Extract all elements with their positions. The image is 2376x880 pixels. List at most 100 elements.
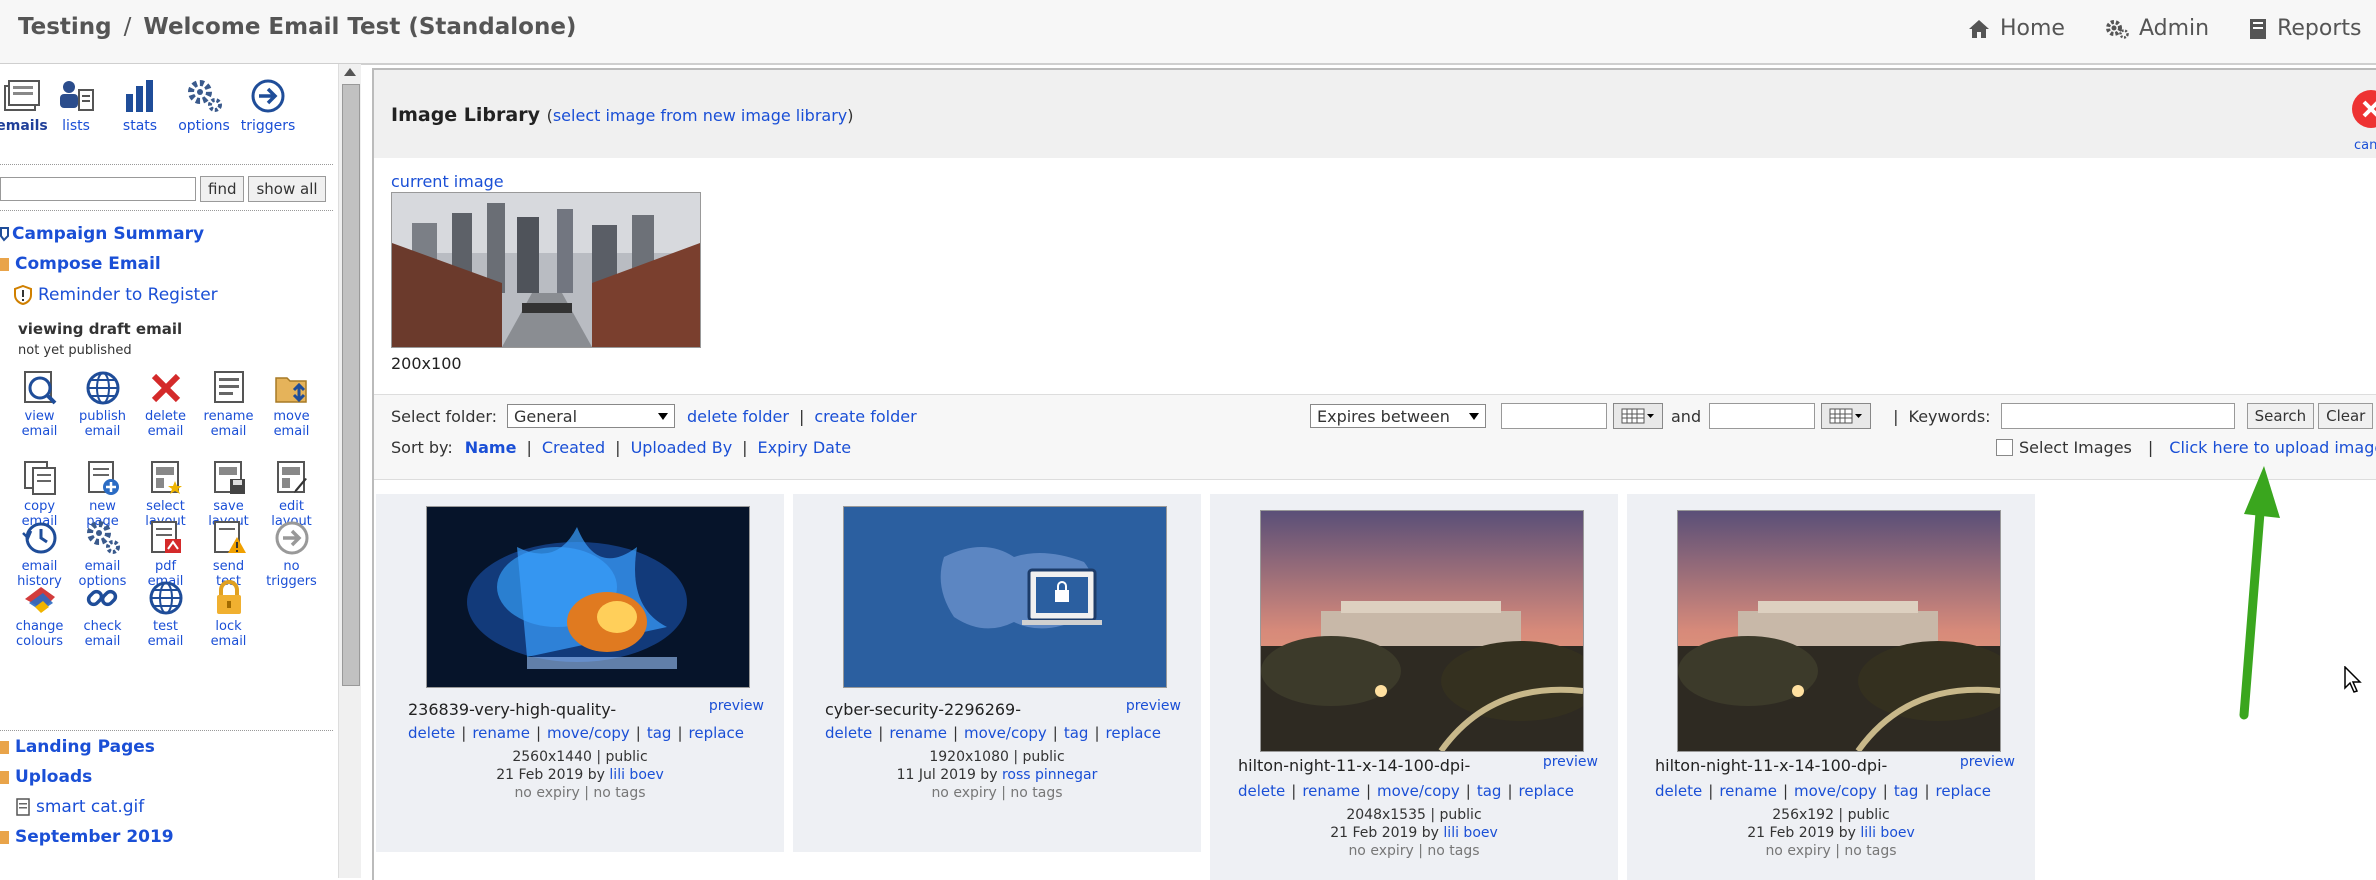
sort-uploaded-by[interactable]: Uploaded By — [631, 438, 733, 457]
upload-file-link[interactable]: smart cat.gif — [16, 797, 144, 817]
september-folder-link[interactable]: September 2019 — [0, 827, 174, 847]
calendar-to-icon[interactable] — [1821, 403, 1872, 429]
expiry-row: Expires between and | Keywords: Search C… — [1310, 403, 2374, 429]
image-thumbnail[interactable] — [1260, 510, 1584, 752]
replace-link[interactable]: replace — [689, 724, 744, 742]
rename-link[interactable]: rename — [889, 724, 947, 742]
image-card[interactable]: hilton-night-11-x-14-100-dpi- preview de… — [1210, 494, 1618, 880]
move-email-button[interactable]: move email — [260, 369, 323, 439]
expires-to-input[interactable] — [1709, 403, 1816, 429]
preview-link[interactable]: preview — [1960, 754, 2015, 770]
warning-shield-icon — [14, 285, 32, 305]
find-input[interactable] — [0, 177, 196, 201]
rename-link[interactable]: rename — [1302, 782, 1360, 800]
tag-link[interactable]: tag — [1064, 724, 1089, 742]
cancel-close-icon[interactable] — [2352, 90, 2376, 128]
tag-link[interactable]: tag — [647, 724, 672, 742]
sidebar-scrollbar[interactable] — [338, 64, 361, 878]
image-thumbnail[interactable] — [843, 506, 1167, 688]
view-email-button[interactable]: view email — [8, 369, 71, 439]
scrollbar-thumb[interactable] — [342, 84, 360, 686]
expires-select[interactable]: Expires between — [1310, 404, 1486, 428]
delete-email-button[interactable]: delete email — [134, 369, 197, 439]
image-card[interactable]: 236839-very-high-quality- preview delete… — [376, 494, 784, 852]
tool-stats[interactable]: stats — [108, 78, 172, 134]
home-icon — [1969, 19, 1989, 38]
cancel-label[interactable]: cancel — [2354, 138, 2376, 153]
calendar-from-icon[interactable] — [1613, 403, 1663, 429]
compose-email-link[interactable]: Compose Email — [0, 254, 161, 274]
uploader-link[interactable]: lili boev — [609, 767, 663, 783]
preview-link[interactable]: preview — [1543, 754, 1598, 770]
select-images-checkbox[interactable] — [1996, 439, 2013, 456]
rename-link[interactable]: rename — [1719, 782, 1777, 800]
keywords-input[interactable] — [2000, 403, 2235, 429]
reminder-email-link[interactable]: Reminder to Register — [14, 285, 218, 305]
replace-link[interactable]: replace — [1519, 782, 1574, 800]
tool-emails[interactable]: emails — [0, 78, 48, 134]
check-email-button[interactable]: check email — [71, 579, 134, 649]
publish-email-button[interactable]: publish email — [71, 369, 134, 439]
breadcrumb-root[interactable]: Testing — [18, 14, 112, 40]
reports-icon — [2250, 18, 2267, 39]
upload-images-link[interactable]: Click here to upload images — [2169, 438, 2376, 457]
folder-select[interactable]: General — [507, 404, 675, 428]
landing-pages-link[interactable]: Landing Pages — [0, 737, 155, 757]
nav-home[interactable]: Home — [1968, 16, 2065, 41]
delete-email-icon — [151, 373, 180, 403]
action-row-4: change colours check email test email lock e… — [8, 579, 260, 649]
test-email-button[interactable]: test email — [134, 579, 197, 649]
no-triggers-button[interactable]: no triggers — [260, 519, 323, 589]
nav-reports[interactable]: Reports — [2249, 16, 2361, 41]
move-copy-link[interactable]: move/copy — [1794, 782, 1877, 800]
tool-lists[interactable]: lists — [44, 78, 108, 134]
change-colours-button[interactable]: change colours — [8, 579, 71, 649]
move-copy-link[interactable]: move/copy — [964, 724, 1047, 742]
expires-from-input[interactable] — [1501, 403, 1607, 429]
replace-link[interactable]: replace — [1106, 724, 1161, 742]
image-card[interactable]: hilton-night-11-x-14-100-dpi- preview de… — [1627, 494, 2035, 880]
uploader-link[interactable]: lili boev — [1443, 825, 1497, 841]
current-image-size: 200x100 — [391, 354, 462, 373]
annotation-arrow-icon — [2239, 466, 2280, 720]
send-test-icon — [213, 521, 246, 553]
preview-link[interactable]: preview — [1126, 698, 1181, 714]
preview-link[interactable]: preview — [709, 698, 764, 714]
nav-admin[interactable]: Admin — [2105, 16, 2209, 41]
rename-link[interactable]: rename — [472, 724, 530, 742]
delete-link[interactable]: delete — [408, 724, 455, 742]
campaign-summary-link[interactable]: Campaign Summary — [0, 224, 204, 244]
create-folder-link[interactable]: create folder — [814, 407, 916, 426]
delete-link[interactable]: delete — [1655, 782, 1702, 800]
rename-email-button[interactable]: rename email — [197, 369, 260, 439]
scroll-up-arrow[interactable] — [344, 68, 356, 76]
tag-link[interactable]: tag — [1894, 782, 1919, 800]
show-all-button[interactable]: show all — [248, 176, 326, 202]
tool-triggers[interactable]: triggers — [236, 78, 300, 134]
image-thumbnail[interactable] — [1677, 510, 2001, 752]
tool-options[interactable]: options — [172, 78, 236, 134]
delete-link[interactable]: delete — [1238, 782, 1285, 800]
image-card[interactable]: cyber-security-2296269- preview delete | r… — [793, 494, 1201, 852]
image-name: hilton-night-11-x-14-100-dpi- — [1238, 756, 1471, 775]
delete-link[interactable]: delete — [825, 724, 872, 742]
move-copy-link[interactable]: move/copy — [547, 724, 630, 742]
sort-name[interactable]: Name — [465, 438, 517, 457]
lock-email-button[interactable]: lock email — [197, 579, 260, 649]
uploads-link[interactable]: Uploads — [0, 767, 92, 787]
move-copy-link[interactable]: move/copy — [1377, 782, 1460, 800]
search-button[interactable]: Search — [2246, 403, 2315, 429]
current-image-thumbnail[interactable] — [391, 192, 701, 348]
tag-link[interactable]: tag — [1477, 782, 1502, 800]
sort-created[interactable]: Created — [542, 438, 605, 457]
clear-button[interactable]: Clear — [2318, 403, 2374, 429]
sort-expiry-date[interactable]: Expiry Date — [758, 438, 852, 457]
find-button[interactable]: find — [200, 176, 245, 202]
replace-link[interactable]: replace — [1936, 782, 1991, 800]
uploader-link[interactable]: ross pinnegar — [1002, 767, 1097, 783]
uploader-link[interactable]: lili boev — [1860, 825, 1914, 841]
save-layout-icon — [213, 461, 245, 494]
new-library-link[interactable]: select image from new image library — [553, 106, 847, 125]
image-thumbnail[interactable] — [426, 506, 750, 688]
delete-folder-link[interactable]: delete folder — [687, 407, 789, 426]
